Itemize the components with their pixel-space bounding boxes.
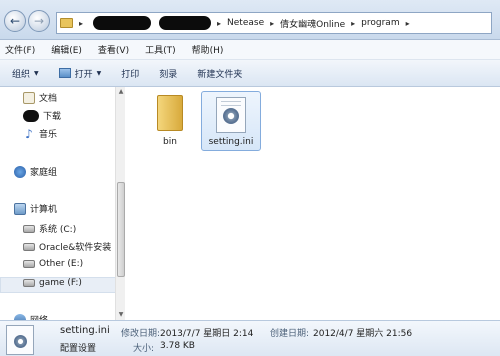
nav-item-drive-e[interactable]: Other (E:)	[23, 259, 83, 269]
details-file-type: 配置设置	[60, 344, 97, 354]
nav-item-drive-c[interactable]: 系统 (C:)	[23, 222, 76, 235]
computer-icon	[14, 202, 26, 215]
chevron-right-icon[interactable]: ▸	[217, 19, 221, 28]
details-pane: setting.ini 配置设置 修改日期: 2013/7/7 星期日 2:14…	[0, 320, 500, 356]
homegroup-icon	[14, 165, 26, 178]
nav-label: 系统 (C:)	[39, 225, 77, 235]
menu-file[interactable]: 文件(F)	[5, 43, 35, 56]
nav-scrollbar[interactable]: ▲ ▼	[115, 87, 125, 320]
menu-edit[interactable]: 编辑(E)	[51, 43, 82, 56]
forward-button[interactable]: →	[28, 10, 50, 32]
open-label: 打开	[74, 69, 93, 80]
dropdown-caret-icon: ▼	[96, 69, 102, 77]
file-item-bin[interactable]: bin	[146, 91, 194, 151]
organize-label: 组织	[12, 69, 31, 80]
redacted-crumb	[159, 16, 212, 30]
menu-view[interactable]: 查看(V)	[98, 43, 129, 56]
nav-label: 文档	[39, 94, 58, 104]
command-bar: 组织 ▼ 打开 ▼ 打印 刻录 新建文件夹	[0, 60, 500, 87]
details-modified-label: 修改日期:	[121, 329, 161, 339]
details-size-label: 大小:	[133, 344, 155, 354]
redacted-icon	[23, 109, 39, 122]
address-bar-area: ← → ▸ ▸ Netease ▸ 倩女幽魂Online ▸ program ▸	[0, 0, 500, 40]
navigation-pane: 文档 下载 ♪ 音乐 家庭组 计算机 系统 (C:) Oracle&软件安装 O…	[0, 87, 125, 326]
file-list: bin setting.ini	[126, 87, 500, 320]
nav-item-documents[interactable]: 文档	[23, 91, 57, 104]
details-created-label: 创建日期:	[270, 329, 310, 339]
arrow-right-icon: →	[33, 14, 45, 28]
back-button[interactable]: ←	[4, 10, 26, 32]
address-bar[interactable]: ▸ ▸ Netease ▸ 倩女幽魂Online ▸ program ▸	[56, 12, 492, 34]
breadcrumb-game[interactable]: 倩女幽魂Online	[280, 17, 345, 30]
scroll-up-icon[interactable]: ▲	[116, 87, 126, 97]
breadcrumb-netease[interactable]: Netease	[227, 18, 264, 28]
file-label: bin	[163, 137, 177, 147]
nav-item-music[interactable]: ♪ 音乐	[23, 126, 58, 141]
nav-label: Oracle&软件安装	[39, 243, 112, 253]
nav-item-drive-d[interactable]: Oracle&软件安装	[23, 240, 111, 253]
menu-help[interactable]: 帮助(H)	[192, 43, 224, 56]
drive-icon	[23, 242, 35, 251]
document-icon	[23, 91, 35, 104]
nav-label: Other (E:)	[39, 259, 84, 269]
new-folder-button[interactable]: 新建文件夹	[197, 67, 242, 80]
menu-tools[interactable]: 工具(T)	[145, 43, 176, 56]
open-icon	[58, 68, 71, 78]
drive-icon	[23, 279, 35, 287]
details-file-name: setting.ini	[60, 325, 110, 336]
print-button[interactable]: 打印	[121, 67, 139, 80]
dropdown-caret-icon: ▼	[34, 69, 39, 77]
nav-item-computer[interactable]: 计算机	[14, 202, 57, 215]
nav-label: 音乐	[39, 130, 58, 140]
ini-file-icon	[6, 325, 34, 355]
file-label: setting.ini	[208, 137, 254, 147]
file-item-setting-ini[interactable]: setting.ini	[201, 91, 261, 151]
details-size-value: 3.78 KB	[160, 341, 195, 351]
redacted-crumb	[93, 16, 152, 30]
chevron-right-icon[interactable]: ▸	[406, 19, 410, 28]
chevron-right-icon[interactable]: ▸	[79, 19, 83, 28]
details-modified-value: 2013/7/7 星期日 2:14	[160, 329, 254, 339]
chevron-right-icon[interactable]: ▸	[351, 19, 355, 28]
details-created-value: 2012/4/7 星期六 21:56	[313, 329, 413, 339]
nav-label: 下载	[43, 112, 62, 122]
scrollbar-thumb[interactable]	[117, 182, 125, 277]
drive-icon	[23, 224, 35, 233]
folder-icon	[60, 18, 73, 28]
open-button[interactable]: 打开 ▼	[58, 67, 102, 80]
breadcrumb-program[interactable]: program	[361, 18, 399, 28]
ini-file-icon	[216, 97, 246, 133]
burn-button[interactable]: 刻录	[159, 67, 177, 80]
menu-bar: 文件(F) 编辑(E) 查看(V) 工具(T) 帮助(H)	[0, 40, 500, 60]
nav-label: 家庭组	[30, 168, 58, 178]
nav-item-downloads[interactable]: 下载	[23, 109, 61, 122]
scroll-down-icon[interactable]: ▼	[116, 310, 126, 320]
nav-label: 计算机	[30, 205, 58, 215]
organize-button[interactable]: 组织 ▼	[12, 67, 39, 80]
arrow-left-icon: ←	[9, 14, 21, 28]
music-note-icon: ♪	[25, 126, 33, 141]
nav-label: game (F:)	[39, 278, 82, 288]
folder-icon	[157, 95, 183, 131]
drive-icon	[23, 260, 35, 268]
chevron-right-icon[interactable]: ▸	[270, 19, 274, 28]
nav-item-homegroup[interactable]: 家庭组	[14, 165, 57, 178]
nav-item-drive-f[interactable]: game (F:)	[23, 278, 82, 288]
